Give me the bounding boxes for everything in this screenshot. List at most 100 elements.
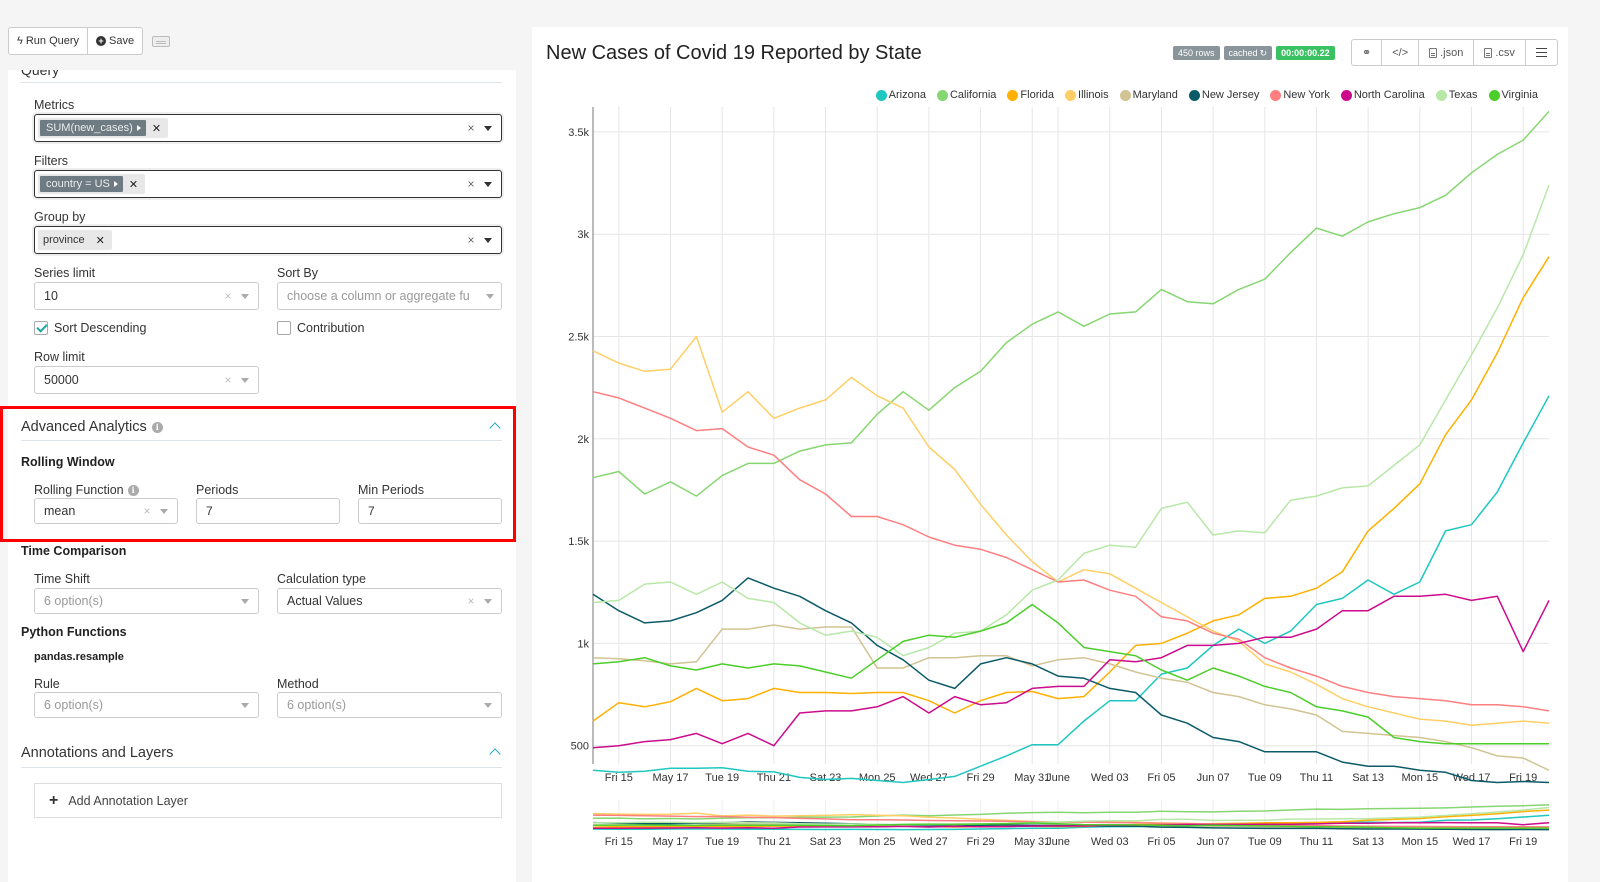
brush-x-axis-ticks: Fri 15 May 17 Tue 19 Thu 21 Sat 23 Mon 25 Wed … [605, 836, 1537, 848]
chevron-down-icon[interactable] [484, 125, 492, 131]
periods-input[interactable]: 7 [196, 498, 340, 524]
save-button[interactable]: + Save [87, 28, 142, 54]
chevron-down-icon[interactable] [484, 702, 492, 708]
chart-panel: New Cases of Covid 19 Reported by State … [532, 27, 1568, 882]
row-limit-label: Row limit [34, 350, 85, 364]
page-scrollbar[interactable] [1568, 27, 1600, 882]
rule-placeholder: 6 option(s) [44, 698, 104, 712]
group-by-select[interactable]: province ✕ × [34, 226, 502, 254]
caret-right-icon [113, 181, 118, 187]
y-tick-label: 3k [577, 229, 589, 241]
chevron-down-icon[interactable] [160, 508, 168, 514]
clear-icon[interactable]: × [462, 177, 480, 191]
chevron-down-icon[interactable] [241, 702, 249, 708]
brush-series-lines [592, 804, 1550, 831]
contribution-checkbox[interactable]: Contribution [277, 321, 364, 335]
info-icon[interactable]: i [127, 484, 139, 496]
brush-x-tick-label: May 31 [1014, 836, 1050, 848]
checkbox-checked-icon[interactable] [34, 321, 48, 335]
clear-icon[interactable]: × [462, 121, 480, 135]
rule-label: Rule [34, 677, 60, 691]
x-tick-label: Jun 07 [1197, 772, 1230, 784]
min-periods-label: Min Periods [358, 483, 424, 497]
checkbox-unchecked-icon[interactable] [277, 321, 291, 335]
section-divider [21, 82, 502, 83]
x-tick-label: Tue 19 [705, 772, 739, 784]
brush-x-tick-label: Fri 05 [1147, 836, 1175, 848]
remove-tag-icon[interactable]: ✕ [148, 122, 168, 135]
row-limit-select[interactable]: 50000 × [34, 366, 259, 394]
time-shift-select[interactable]: 6 option(s) [34, 588, 259, 614]
y-axis-ticks: 500 1k 1.5k 2k 2.5k 3k 3.5k [568, 127, 589, 753]
chevron-down-icon[interactable] [241, 293, 249, 299]
rolling-function-label-text: Rolling Function [34, 483, 124, 497]
series-line-virginia [592, 603, 1549, 745]
y-tick-label: 2.5k [568, 332, 589, 344]
caret-right-icon [136, 125, 141, 131]
chevron-up-icon[interactable] [489, 748, 501, 760]
query-toolbar: ϟ Run Query + Save [8, 27, 171, 55]
rolling-window-heading: Rolling Window [21, 455, 115, 469]
sort-by-label: Sort By [277, 266, 318, 280]
rolling-function-select[interactable]: mean × [34, 498, 178, 524]
plus-icon: + [49, 791, 59, 809]
calculation-type-select[interactable]: Actual Values × [277, 588, 502, 614]
filter-tag[interactable]: country = US ✕ [38, 174, 146, 194]
group-by-tag[interactable]: province ✕ [38, 230, 112, 250]
advanced-analytics-header[interactable]: Advanced Analytics i [21, 419, 163, 435]
clear-icon[interactable]: × [462, 594, 480, 608]
clear-icon[interactable]: × [219, 289, 237, 303]
brush-x-tick-label: Wed 27 [910, 836, 948, 848]
chevron-down-icon[interactable] [486, 293, 494, 299]
brush-x-tick-label: May 17 [652, 836, 688, 848]
keyboard-shortcuts-icon[interactable] [152, 35, 171, 47]
filters-label: Filters [34, 154, 69, 168]
x-tick-label: May 17 [652, 772, 688, 784]
pandas-resample-heading: pandas.resample [34, 651, 124, 663]
time-shift-label: Time Shift [34, 572, 90, 586]
bolt-icon: ϟ [17, 35, 23, 47]
metric-tag[interactable]: SUM(new_cases) ✕ [38, 118, 169, 138]
chevron-down-icon[interactable] [241, 598, 249, 604]
clear-icon[interactable]: × [462, 233, 480, 247]
y-tick-label: 500 [571, 741, 589, 753]
chevron-up-icon[interactable] [489, 422, 501, 434]
annotations-title: Annotations and Layers [21, 745, 174, 761]
y-tick-label: 1.5k [568, 536, 589, 548]
metric-tag-label: SUM(new_cases) [46, 122, 133, 134]
add-annotation-layer-button[interactable]: + Add Annotation Layer [34, 783, 502, 818]
method-label: Method [277, 677, 319, 691]
advanced-analytics-title: Advanced Analytics [21, 419, 147, 435]
method-select[interactable]: 6 option(s) [277, 692, 502, 718]
series-limit-select[interactable]: 10 × [34, 282, 259, 310]
brush-x-tick-label: Jun 07 [1197, 836, 1230, 848]
rolling-function-value: mean [44, 504, 76, 518]
sort-descending-checkbox[interactable]: Sort Descending [34, 321, 146, 335]
info-icon[interactable]: i [151, 421, 163, 433]
clear-icon[interactable]: × [138, 504, 156, 518]
sort-by-select[interactable]: choose a column or aggregate fu [277, 282, 502, 310]
y-tick-label: 2k [577, 434, 589, 446]
x-tick-label: Fri 05 [1147, 772, 1175, 784]
series-line-new-york [592, 390, 1550, 712]
rule-select[interactable]: 6 option(s) [34, 692, 259, 718]
chevron-down-icon[interactable] [484, 181, 492, 187]
remove-tag-icon[interactable]: ✕ [125, 178, 145, 191]
annotations-header[interactable]: Annotations and Layers [21, 745, 173, 761]
calculation-type-label: Calculation type [277, 572, 366, 586]
series-limit-label: Series limit [34, 266, 96, 280]
contribution-label: Contribution [297, 321, 365, 335]
series-line-arizona [592, 395, 1550, 784]
brush-x-tick-label: Wed 03 [1091, 836, 1129, 848]
chevron-down-icon[interactable] [484, 598, 492, 604]
filters-select[interactable]: country = US ✕ × [34, 170, 502, 198]
chevron-down-icon[interactable] [241, 377, 249, 383]
chevron-down-icon[interactable] [484, 237, 492, 243]
clear-icon[interactable]: × [219, 373, 237, 387]
metrics-label: Metrics [34, 98, 75, 112]
min-periods-input[interactable]: 7 [358, 498, 502, 524]
metrics-select[interactable]: SUM(new_cases) ✕ × [34, 114, 502, 142]
brush-x-tick-label: Mon 15 [1401, 836, 1438, 848]
remove-tag-icon[interactable]: ✕ [92, 234, 112, 247]
run-query-button[interactable]: ϟ Run Query [9, 28, 87, 54]
